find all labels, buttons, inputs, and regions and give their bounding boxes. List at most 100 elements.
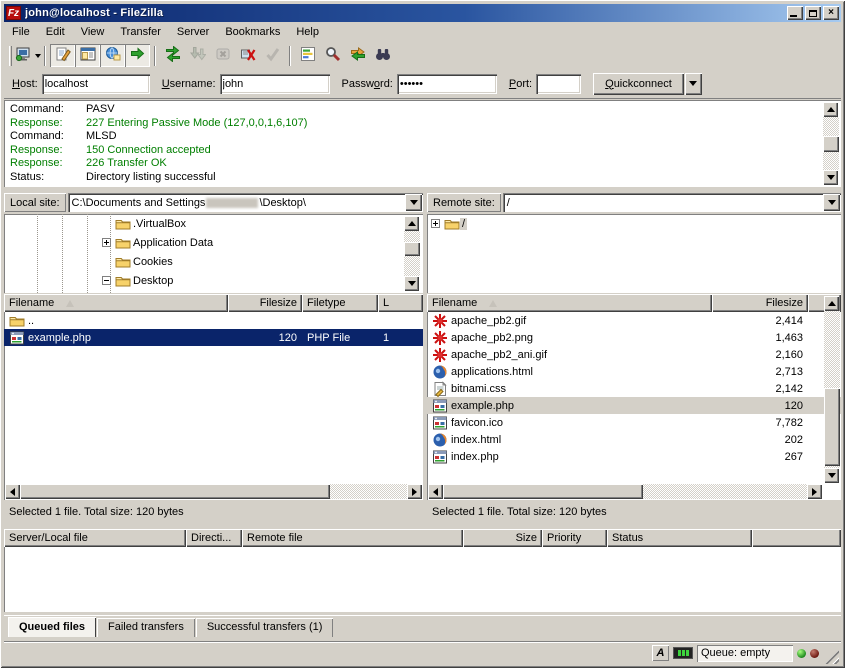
- password-group: Password:: [342, 74, 497, 94]
- list-scroll-down-button[interactable]: [824, 468, 839, 483]
- log-scroll-down-button[interactable]: [823, 170, 838, 185]
- resize-grip[interactable]: [825, 650, 839, 664]
- log-line-type: Status:: [10, 171, 86, 185]
- hscroll-thumb[interactable]: [20, 484, 330, 499]
- modified-cell: 1: [378, 329, 423, 346]
- local-list-column-header[interactable]: Filetype: [302, 294, 378, 312]
- remote-list-column-header[interactable]: Filesize: [712, 294, 808, 312]
- disconnect-button[interactable]: [235, 44, 260, 67]
- site-manager-button[interactable]: [15, 44, 40, 67]
- search-button[interactable]: [370, 44, 395, 67]
- toggle-message-log-button[interactable]: [50, 44, 75, 67]
- tree-scroll-thumb[interactable]: [404, 242, 420, 256]
- remote-list-row[interactable]: apache_pb2.png1,463: [427, 329, 841, 346]
- remote-list-row[interactable]: applications.html2,713: [427, 363, 841, 380]
- list-scroll-up-button[interactable]: [824, 296, 839, 311]
- local-site-label: Local site:: [4, 193, 66, 212]
- log-line-text: 150 Connection accepted: [86, 144, 211, 158]
- log-scroll-up-button[interactable]: [823, 102, 838, 117]
- local-list-row[interactable]: ..: [4, 312, 423, 329]
- remote-list-row[interactable]: apache_pb2_ani.gif2,160: [427, 346, 841, 363]
- menu-bookmarks[interactable]: Bookmarks: [217, 24, 288, 40]
- queue-column-header[interactable]: Server/Local file: [4, 529, 186, 547]
- minimize-button[interactable]: [787, 6, 803, 20]
- port-input[interactable]: [536, 74, 581, 94]
- find-files-button[interactable]: [320, 44, 345, 67]
- queue-column-header[interactable]: Priority: [542, 529, 607, 547]
- reconnect-button[interactable]: [260, 44, 285, 67]
- remote-list-row[interactable]: favicon.ico7,782: [427, 414, 841, 431]
- log-scrollbar[interactable]: [823, 102, 839, 185]
- remote-list-column-header[interactable]: Filename: [427, 294, 712, 312]
- local-list-column-header[interactable]: L: [378, 294, 423, 312]
- log-scroll-thumb[interactable]: [823, 136, 839, 152]
- tree-item[interactable]: Cookies: [4, 252, 423, 271]
- tab-failed-transfers[interactable]: Failed transfers: [97, 618, 195, 637]
- speed-limits-icon[interactable]: [673, 647, 693, 659]
- menu-view[interactable]: View: [73, 24, 113, 40]
- menu-file[interactable]: File: [4, 24, 38, 40]
- transfer-type-icon[interactable]: A: [652, 645, 669, 661]
- remote-path-combobox[interactable]: /: [503, 193, 841, 212]
- close-button[interactable]: ×: [823, 6, 839, 20]
- tab-successful-transfers[interactable]: Successful transfers (1): [196, 618, 334, 637]
- tab-queued-files[interactable]: Queued files: [8, 617, 96, 637]
- directory-comparison-icon: [300, 46, 316, 65]
- menu-server[interactable]: Server: [169, 24, 217, 40]
- expand-plus-icon[interactable]: [431, 219, 440, 228]
- menu-transfer[interactable]: Transfer: [112, 24, 169, 40]
- local-path-dropdown-button[interactable]: [405, 194, 422, 211]
- tree-item[interactable]: .VirtualBox: [4, 214, 423, 233]
- tree-scroll-up-button[interactable]: [404, 216, 419, 231]
- remote-list-scrollbar[interactable]: [824, 296, 840, 483]
- remote-list-row[interactable]: apache_pb2.gif2,414: [427, 312, 841, 329]
- directory-comparison-button[interactable]: [295, 44, 320, 67]
- remote-path-dropdown-button[interactable]: [823, 194, 840, 211]
- local-list-column-header[interactable]: Filename: [4, 294, 228, 312]
- toolbar-grip[interactable]: [9, 46, 12, 66]
- cancel-operation-button[interactable]: [210, 44, 235, 67]
- remote-list-row[interactable]: index.html202: [427, 431, 841, 448]
- local-list-row[interactable]: example.php120PHP File1: [4, 329, 423, 346]
- tree-scroll-down-button[interactable]: [404, 276, 419, 291]
- local-list-column-header[interactable]: Filesize: [228, 294, 302, 312]
- queue-column-header[interactable]: Size: [463, 529, 542, 547]
- toggle-remote-tree-button[interactable]: [100, 44, 125, 67]
- column-header-label: Filetype: [307, 297, 346, 309]
- remote-list-row[interactable]: bitnami.css2,142: [427, 380, 841, 397]
- remote-list-row[interactable]: index.php267: [427, 448, 841, 465]
- collapse-minus-icon[interactable]: [102, 276, 111, 285]
- hscroll-left-button[interactable]: [428, 484, 443, 499]
- name-cell: apache_pb2_ani.gif: [427, 346, 712, 363]
- tree-item[interactable]: Desktop: [4, 271, 423, 290]
- list-scroll-thumb[interactable]: [824, 388, 840, 466]
- toggle-transfer-queue-button[interactable]: [125, 44, 150, 67]
- local-path-combobox[interactable]: C:\Documents and Settings\Desktop\: [68, 193, 423, 212]
- queue-column-header[interactable]: Directi...: [186, 529, 242, 547]
- expand-plus-icon[interactable]: [102, 238, 111, 247]
- hscroll-right-button[interactable]: [807, 484, 822, 499]
- remote-list-row[interactable]: example.php120: [427, 397, 841, 414]
- host-input[interactable]: [42, 74, 150, 94]
- queue-column-header[interactable]: Status: [607, 529, 752, 547]
- synchronized-browsing-button[interactable]: [345, 44, 370, 67]
- username-input[interactable]: [220, 74, 330, 94]
- local-tree-scrollbar[interactable]: [404, 216, 420, 291]
- hscroll-thumb[interactable]: [443, 484, 643, 499]
- process-queue-button[interactable]: [185, 44, 210, 67]
- queue-column-header[interactable]: Remote file: [242, 529, 463, 547]
- local-hscrollbar[interactable]: [5, 484, 422, 499]
- tree-item[interactable]: /: [427, 214, 841, 233]
- password-input[interactable]: [397, 74, 497, 94]
- menu-help[interactable]: Help: [288, 24, 327, 40]
- quickconnect-dropdown-button[interactable]: [685, 73, 702, 95]
- hscroll-right-button[interactable]: [407, 484, 422, 499]
- maximize-button[interactable]: [805, 6, 821, 20]
- refresh-button[interactable]: [160, 44, 185, 67]
- quickconnect-button[interactable]: Quickconnect: [593, 73, 684, 95]
- remote-hscrollbar[interactable]: [428, 484, 822, 499]
- toggle-local-tree-button[interactable]: [75, 44, 100, 67]
- hscroll-left-button[interactable]: [5, 484, 20, 499]
- tree-item[interactable]: Application Data: [4, 233, 423, 252]
- menu-edit[interactable]: Edit: [38, 24, 73, 40]
